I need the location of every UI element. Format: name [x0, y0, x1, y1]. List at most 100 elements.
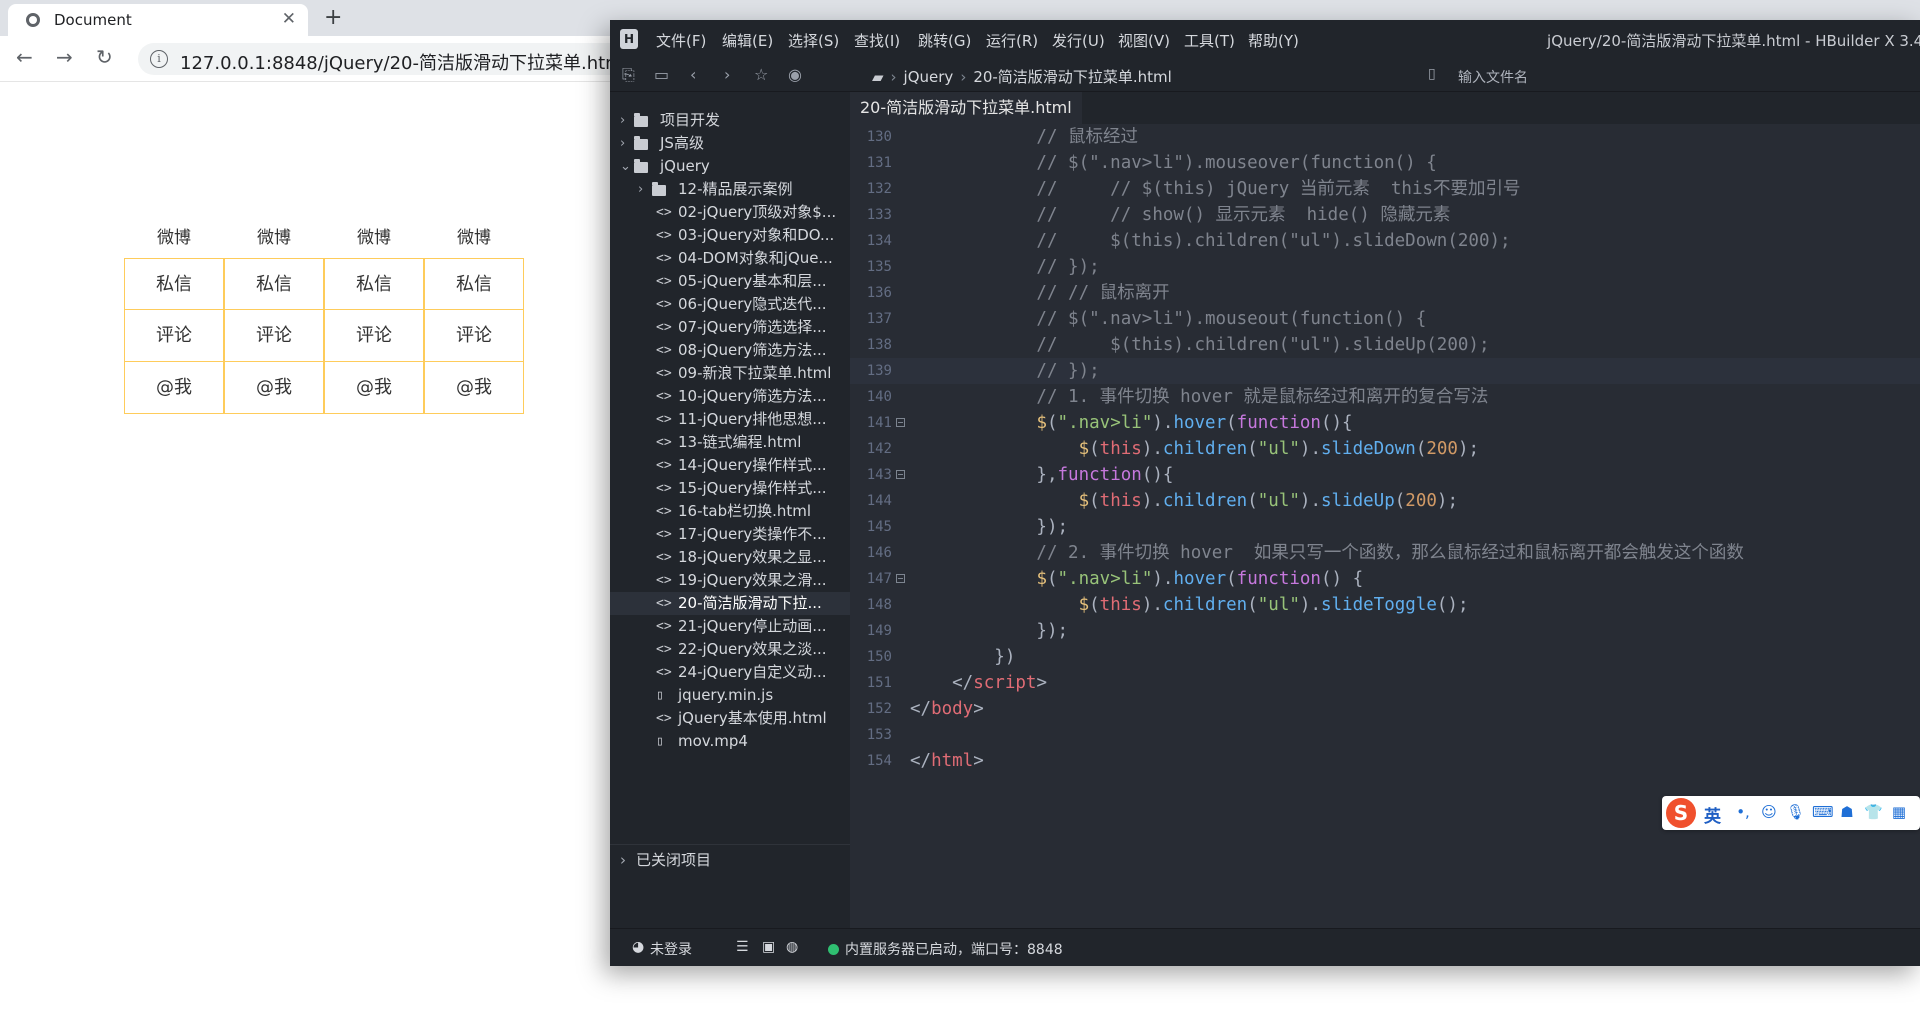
- nav-item[interactable]: 微博 私信 评论 @我: [224, 218, 324, 414]
- tree-file[interactable]: <> 15-jQuery操作样式...: [610, 477, 850, 500]
- code-line[interactable]: 148 $(this).children("ul").slideToggle()…: [850, 592, 1920, 618]
- tree-file[interactable]: <> 21-jQuery停止动画...: [610, 615, 850, 638]
- submenu-item[interactable]: 评论: [224, 310, 324, 362]
- menu-publish[interactable]: 发行(U): [1052, 30, 1105, 51]
- code-line[interactable]: 133 // // show() 显示元素 hide() 隐藏元素: [850, 202, 1920, 228]
- nav-item-title[interactable]: 微博: [324, 218, 424, 258]
- tree-file[interactable]: <> 10-jQuery筛选方法...: [610, 385, 850, 408]
- tree-folder[interactable]: › 项目开发: [610, 109, 850, 132]
- menu-file[interactable]: 文件(F): [656, 30, 706, 51]
- nav-item-title[interactable]: 微博: [224, 218, 324, 258]
- new-tab-button[interactable]: +: [324, 4, 342, 32]
- code-line[interactable]: 153: [850, 722, 1920, 748]
- code-line[interactable]: 131 // $(".nav>li").mouseover(function()…: [850, 150, 1920, 176]
- tree-file[interactable]: <> 14-jQuery操作样式...: [610, 454, 850, 477]
- tree-file[interactable]: <> 04-DOM对象和jQue...: [610, 247, 850, 270]
- chevron-down-icon[interactable]: ⌄: [620, 155, 632, 178]
- menu-edit[interactable]: 编辑(E): [722, 30, 773, 51]
- nav-item[interactable]: 微博 私信 评论 @我: [124, 218, 224, 414]
- code-line[interactable]: 137 // $(".nav>li").mouseout(function() …: [850, 306, 1920, 332]
- ime-toolbar[interactable]: S 英 •, ☺ 🎙 ⌨ ☗ 👕 ▦: [1662, 796, 1920, 830]
- reload-button[interactable]: ↻: [96, 45, 113, 69]
- tree-file[interactable]: <> 07-jQuery筛选选择...: [610, 316, 850, 339]
- code-line[interactable]: 130 // 鼠标经过: [850, 124, 1920, 150]
- tree-file[interactable]: ▯ mov.mp4: [610, 730, 850, 753]
- nav-item-title[interactable]: 微博: [424, 218, 524, 258]
- code-line[interactable]: 145 });: [850, 514, 1920, 540]
- code-line[interactable]: 138 // $(this).children("ul").slideUp(20…: [850, 332, 1920, 358]
- browser-tab[interactable]: Document ✕: [8, 4, 308, 36]
- menu-run[interactable]: 运行(R): [986, 30, 1038, 51]
- grid-icon[interactable]: ▦: [1890, 803, 1908, 821]
- terminal-icon[interactable]: ▣: [762, 939, 775, 955]
- menu-view[interactable]: 视图(V): [1118, 30, 1170, 51]
- tree-file[interactable]: <> 08-jQuery筛选方法...: [610, 339, 850, 362]
- site-info-icon[interactable]: i: [150, 50, 168, 68]
- submenu-item[interactable]: 评论: [124, 310, 224, 362]
- chevron-right-icon[interactable]: ›: [620, 132, 632, 155]
- user-icon[interactable]: ☗: [1838, 803, 1856, 821]
- tree-file[interactable]: ▯ jquery.min.js: [610, 684, 850, 707]
- tree-file[interactable]: <> 24-jQuery自定义动...: [610, 661, 850, 684]
- tree-file[interactable]: <> 19-jQuery效果之滑...: [610, 569, 850, 592]
- menu-find[interactable]: 查找(I): [854, 30, 900, 51]
- submenu-item[interactable]: 私信: [424, 258, 524, 310]
- submenu-item[interactable]: 私信: [124, 258, 224, 310]
- breadcrumb-file[interactable]: 20-简洁版滑动下拉菜单.html: [973, 68, 1171, 86]
- chevron-right-icon[interactable]: ›: [638, 178, 650, 201]
- code-line[interactable]: 149 });: [850, 618, 1920, 644]
- tree-file[interactable]: <> 20-简洁版滑动下拉...: [610, 592, 850, 615]
- breadcrumb-folder[interactable]: jQuery: [904, 68, 954, 86]
- nav-item[interactable]: 微博 私信 评论 @我: [324, 218, 424, 414]
- tree-file[interactable]: <> 17-jQuery类操作不...: [610, 523, 850, 546]
- code-line[interactable]: 147 $(".nav>li").hover(function() {: [850, 566, 1920, 592]
- code-line[interactable]: 132 // // $(this) jQuery 当前元素 this不要加引号: [850, 176, 1920, 202]
- editor-tab-active[interactable]: 20-简洁版滑动下拉菜单.html: [850, 92, 1082, 124]
- tree-folder[interactable]: › 12-精品展示案例: [610, 178, 850, 201]
- menu-goto[interactable]: 跳转(G): [918, 30, 971, 51]
- tree-file[interactable]: <> 16-tab栏切换.html: [610, 500, 850, 523]
- code-line[interactable]: 143 },function(){: [850, 462, 1920, 488]
- save-icon[interactable]: ▭: [654, 65, 669, 85]
- microphone-icon[interactable]: 🎙: [1786, 803, 1805, 821]
- star-icon[interactable]: ☆: [754, 65, 768, 85]
- globe-icon[interactable]: ◍: [786, 939, 798, 955]
- code-line[interactable]: 150 }): [850, 644, 1920, 670]
- code-line[interactable]: 134 // $(this).children("ul").slideDown(…: [850, 228, 1920, 254]
- chevron-right-icon[interactable]: ›: [620, 109, 632, 132]
- close-tab-icon[interactable]: ✕: [282, 9, 296, 29]
- tree-file[interactable]: <> 22-jQuery效果之淡...: [610, 638, 850, 661]
- forward-icon[interactable]: ›: [724, 65, 730, 85]
- submenu-item[interactable]: @我: [324, 362, 424, 414]
- code-line[interactable]: 141 $(".nav>li").hover(function(){: [850, 410, 1920, 436]
- run-icon[interactable]: ◉: [788, 65, 802, 85]
- menu-help[interactable]: 帮助(Y): [1248, 30, 1299, 51]
- list-icon[interactable]: ☰: [736, 939, 749, 955]
- fold-toggle-icon[interactable]: [896, 418, 905, 427]
- submenu-item[interactable]: 评论: [324, 310, 424, 362]
- nav-item-title[interactable]: 微博: [124, 218, 224, 258]
- fold-toggle-icon[interactable]: [896, 574, 905, 583]
- tree-folder[interactable]: ⌄ jQuery: [610, 155, 850, 178]
- tree-file[interactable]: <> 11-jQuery排他思想...: [610, 408, 850, 431]
- submenu-item[interactable]: @我: [224, 362, 324, 414]
- code-line[interactable]: 142 $(this).children("ul").slideDown(200…: [850, 436, 1920, 462]
- forward-button[interactable]: →: [56, 45, 73, 69]
- back-icon[interactable]: ‹: [690, 65, 696, 85]
- skin-icon[interactable]: 👕: [1864, 803, 1883, 821]
- code-line[interactable]: 146 // 2. 事件切换 hover 如果只写一个函数，那么鼠标经过和鼠标离…: [850, 540, 1920, 566]
- new-file-icon[interactable]: ⎘: [622, 65, 635, 85]
- code-line[interactable]: 154 </html>: [850, 748, 1920, 774]
- punctuation-icon[interactable]: •,: [1734, 803, 1752, 821]
- code-line[interactable]: 151 </script>: [850, 670, 1920, 696]
- submenu-item[interactable]: @我: [424, 362, 524, 414]
- closed-projects[interactable]: › 已关闭项目: [610, 844, 850, 874]
- code-line[interactable]: 152 </body>: [850, 696, 1920, 722]
- sogou-logo-icon[interactable]: S: [1666, 798, 1696, 828]
- code-line[interactable]: 139 // });: [850, 358, 1920, 384]
- emoji-icon[interactable]: ☺: [1760, 803, 1778, 821]
- tree-file[interactable]: <> 06-jQuery隐式迭代...: [610, 293, 850, 316]
- keyboard-icon[interactable]: ⌨: [1812, 803, 1834, 821]
- submenu-item[interactable]: @我: [124, 362, 224, 414]
- tree-file[interactable]: <> 09-新浪下拉菜单.html: [610, 362, 850, 385]
